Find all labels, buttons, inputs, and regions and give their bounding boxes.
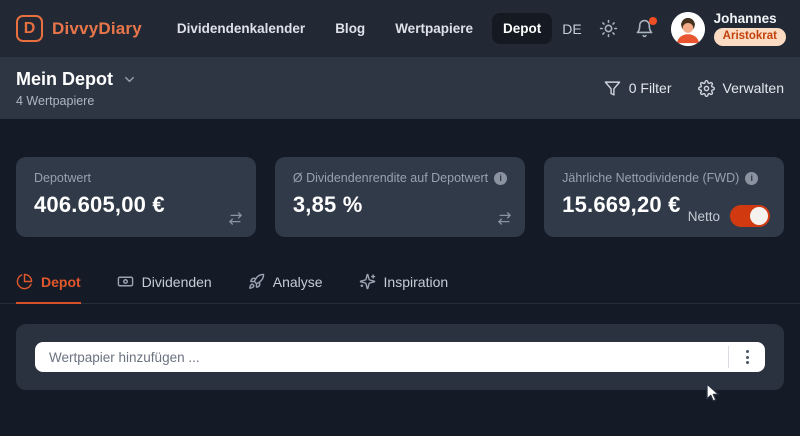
top-navbar: D DivvyDiary Dividendenkalender Blog Wer…	[0, 0, 800, 57]
depot-subheader: Mein Depot 4 Wertpapiere 0 Filter	[0, 57, 800, 119]
sparkles-icon	[359, 273, 376, 290]
filter-button[interactable]: 0 Filter	[604, 80, 672, 97]
content-tabs: Depot Dividenden Analyse Inspiratio	[0, 273, 800, 304]
toggle-knob	[750, 207, 768, 225]
stat-cards-row: Depotwert 406.605,00 € Ø Dividendenrendi…	[0, 119, 800, 237]
swap-arrows-icon[interactable]	[497, 211, 512, 226]
filter-label: 0 Filter	[629, 80, 672, 96]
netto-toggle-label: Netto	[688, 209, 720, 224]
avatar	[671, 12, 705, 46]
card-dividendenrendite: Ø Dividendenrendite auf Depotwert i 3,85…	[275, 157, 525, 237]
brand-name: DivvyDiary	[52, 19, 142, 39]
netto-toggle-group: Netto	[688, 205, 770, 227]
add-security-input[interactable]	[35, 342, 728, 372]
language-selector[interactable]: DE	[562, 21, 581, 37]
swap-arrows-icon[interactable]	[228, 211, 243, 226]
card-label: Depotwert	[34, 171, 238, 185]
card-label-text: Depotwert	[34, 171, 91, 185]
depot-title-block: Mein Depot 4 Wertpapiere	[16, 69, 137, 108]
kebab-dot	[746, 350, 749, 353]
notifications-button[interactable]	[635, 19, 654, 38]
nav-links: Dividendenkalender Blog Wertpapiere Depo…	[166, 13, 552, 44]
card-label: Jährliche Nettodividende (FWD) i	[562, 171, 766, 185]
card-nettodividende: Jährliche Nettodividende (FWD) i 15.669,…	[544, 157, 784, 237]
divvydiary-logo-icon: D	[16, 15, 43, 42]
user-name: Johannes	[714, 12, 777, 26]
brand-logo[interactable]: D DivvyDiary	[16, 15, 142, 42]
subheader-actions: 0 Filter Verwalten	[604, 80, 784, 97]
tab-label: Dividenden	[142, 274, 212, 290]
tab-label: Analyse	[273, 274, 323, 290]
rocket-icon	[248, 273, 265, 290]
theme-toggle-button[interactable]	[599, 19, 618, 38]
nav-item-depot[interactable]: Depot	[492, 13, 552, 44]
nav-item-dividendenkalender[interactable]: Dividendenkalender	[166, 13, 316, 44]
kebab-dot	[746, 361, 749, 364]
manage-label: Verwalten	[723, 80, 784, 96]
user-badge: Aristokrat	[714, 28, 786, 46]
navbar-right: DE	[562, 12, 800, 46]
add-security-searchbar	[35, 342, 765, 372]
nav-item-wertpapiere[interactable]: Wertpapiere	[384, 13, 484, 44]
securities-count: 4 Wertpapiere	[16, 94, 137, 108]
banknote-icon	[117, 273, 134, 290]
card-value: 406.605,00 €	[34, 192, 238, 218]
card-label-text: Jährliche Nettodividende (FWD)	[562, 171, 739, 185]
tab-depot[interactable]: Depot	[16, 273, 81, 304]
nav-item-blog[interactable]: Blog	[324, 13, 376, 44]
depot-selector[interactable]: Mein Depot	[16, 69, 137, 90]
netto-toggle[interactable]	[730, 205, 770, 227]
card-label-text: Ø Dividendenrendite auf Depotwert	[293, 171, 488, 185]
tab-label: Inspiration	[384, 274, 449, 290]
kebab-menu-button[interactable]	[729, 342, 765, 372]
user-meta: Johannes Aristokrat	[714, 12, 786, 46]
page-title: Mein Depot	[16, 69, 113, 90]
tab-label: Depot	[41, 274, 81, 290]
tab-inspiration[interactable]: Inspiration	[359, 273, 449, 304]
card-label: Ø Dividendenrendite auf Depotwert i	[293, 171, 507, 185]
pie-chart-icon	[16, 273, 33, 290]
filter-funnel-icon	[604, 80, 621, 97]
gear-icon	[698, 80, 715, 97]
logo-letter: D	[24, 20, 36, 38]
kebab-dot	[746, 356, 749, 359]
depot-panel	[16, 324, 784, 390]
notification-dot	[649, 17, 657, 25]
info-icon[interactable]: i	[494, 172, 507, 185]
user-menu[interactable]: Johannes Aristokrat	[671, 12, 800, 46]
sun-icon	[599, 19, 618, 38]
card-depotwert: Depotwert 406.605,00 €	[16, 157, 256, 237]
tab-dividenden[interactable]: Dividenden	[117, 273, 212, 304]
tab-analyse[interactable]: Analyse	[248, 273, 323, 304]
chevron-down-icon	[122, 72, 137, 87]
manage-button[interactable]: Verwalten	[698, 80, 784, 97]
info-icon[interactable]: i	[745, 172, 758, 185]
card-value: 3,85 %	[293, 192, 507, 218]
